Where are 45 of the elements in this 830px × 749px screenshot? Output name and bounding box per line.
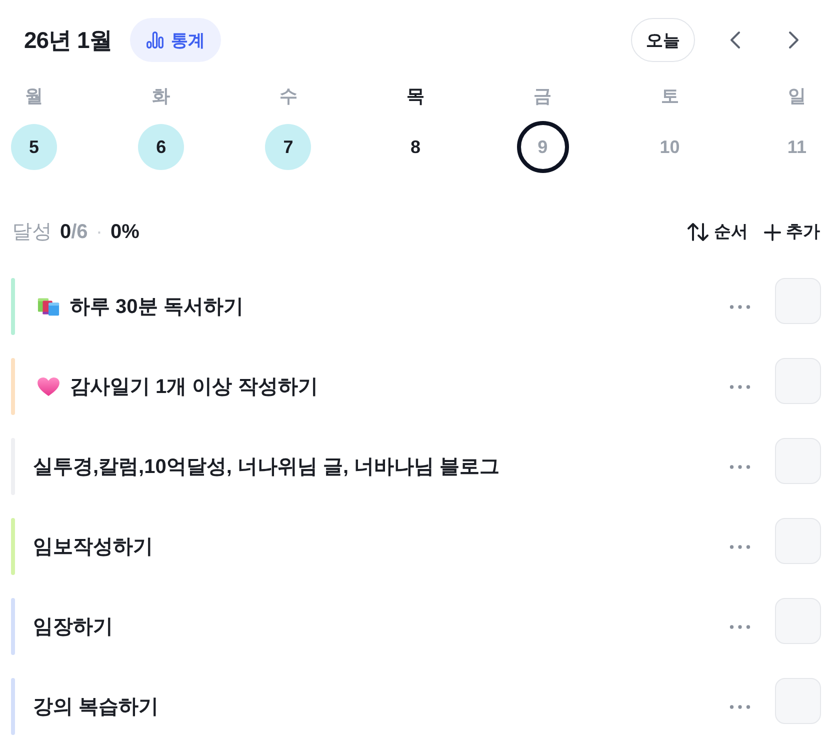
date-button[interactable]: 8 bbox=[410, 136, 420, 158]
checkbox[interactable] bbox=[775, 278, 821, 324]
checkbox[interactable] bbox=[775, 678, 821, 724]
plus-icon bbox=[764, 224, 781, 240]
heart-icon bbox=[37, 376, 60, 396]
checkbox[interactable] bbox=[775, 598, 821, 644]
today-button[interactable]: 오늘 bbox=[631, 18, 695, 62]
month-title: 26년 1월 bbox=[24, 26, 112, 54]
habit-title: 감사일기 1개 이상 작성하기 bbox=[70, 374, 319, 400]
checkbox[interactable] bbox=[775, 358, 821, 404]
habit-title: 하루 30분 독서하기 bbox=[70, 294, 244, 320]
books-icon bbox=[37, 296, 60, 316]
more-icon[interactable] bbox=[729, 624, 751, 630]
date-button[interactable]: 5 bbox=[11, 124, 57, 170]
weekday-label: 화 bbox=[152, 85, 170, 107]
more-icon[interactable] bbox=[729, 544, 751, 550]
more-icon[interactable] bbox=[729, 304, 751, 310]
stats-button[interactable]: 통계 bbox=[130, 18, 221, 62]
weekday-label: 토 bbox=[660, 85, 679, 107]
habit-title: 임장하기 bbox=[33, 614, 114, 640]
date-button[interactable]: 6 bbox=[138, 124, 184, 170]
more-icon[interactable] bbox=[729, 704, 751, 710]
chevron-right-icon[interactable] bbox=[788, 31, 800, 49]
weekday-label: 수 bbox=[279, 85, 298, 107]
achievement-label: 달성 bbox=[12, 220, 52, 245]
achievement-count: 0/6 bbox=[60, 220, 88, 245]
more-icon[interactable] bbox=[729, 384, 751, 390]
sort-arrows-icon bbox=[687, 222, 709, 242]
add-button[interactable]: 추가 bbox=[764, 220, 820, 244]
more-icon[interactable] bbox=[729, 464, 751, 470]
checkbox[interactable] bbox=[775, 518, 821, 564]
chevron-left-icon[interactable] bbox=[729, 31, 741, 49]
weekday-label: 금 bbox=[534, 85, 552, 107]
weekday-label: 목 bbox=[406, 85, 424, 107]
weekday-label: 일 bbox=[788, 85, 806, 107]
sort-button[interactable]: 순서 bbox=[687, 220, 748, 244]
date-button[interactable]: 7 bbox=[265, 124, 312, 170]
habit-title: 임보작성하기 bbox=[33, 534, 154, 560]
separator-dot: · bbox=[96, 220, 102, 245]
achievement-percent: 0% bbox=[110, 220, 140, 245]
checkbox[interactable] bbox=[775, 438, 821, 484]
weekday-label: 월 bbox=[25, 85, 43, 107]
habit-title: 강의 복습하기 bbox=[33, 694, 160, 720]
bar-chart-icon bbox=[146, 31, 164, 49]
habit-title: 실투경,칼럼,10억달성, 너나위님 글, 너바나님 블로그 bbox=[33, 454, 501, 480]
